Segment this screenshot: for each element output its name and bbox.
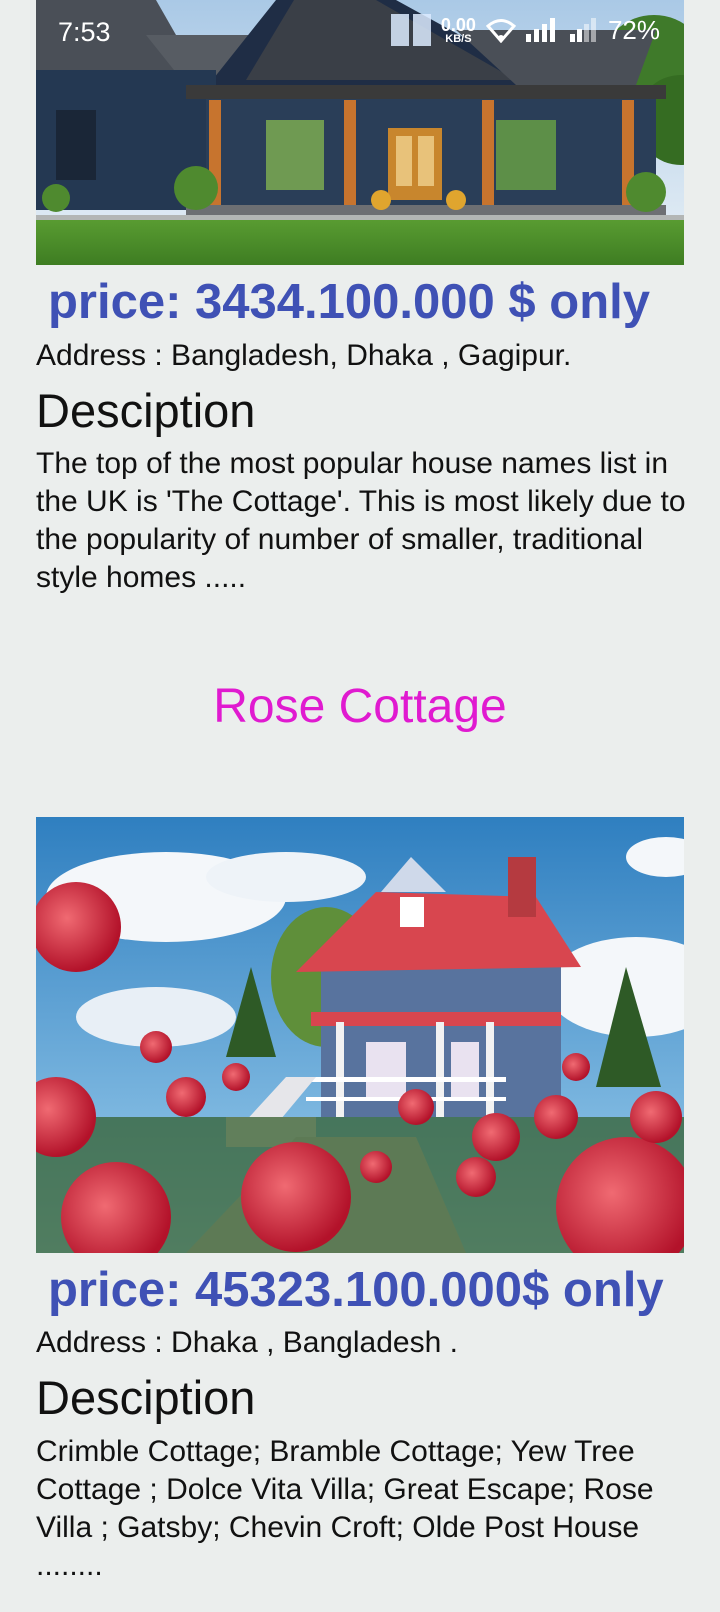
status-icons: 0.00 KB/S 72% [390,14,660,46]
description-text: The top of the most popular house names … [36,447,686,594]
description-text: Crimble Cottage; Bramble Cottage; Yew Tr… [36,1435,654,1582]
status-time: 7:53 [58,17,111,47]
network-speed-value: 0.00 [440,14,476,35]
description-heading: Desciption [36,1371,256,1424]
status-bar: 7:53 0.00 KB/S 72% [0,0,720,66]
network-speed-unit: KB/S [445,32,472,45]
listing-price: price: 45323.100.000$ only [48,1263,664,1317]
listing-address: Address : Bangladesh, Dhaka , Gagipur. [36,339,572,372]
description-heading: Desciption [36,384,256,437]
listing-price: price: 3434.100.000 $ only [48,275,650,329]
wifi-icon [485,19,516,43]
signal-icon [525,18,555,42]
house-image-rose-cottage [36,817,684,1253]
listing-address: Address : Dhaka , Bangladesh . [36,1326,458,1359]
signal-icon-2 [569,18,596,42]
screen-share-icon [390,14,431,46]
listing-title: Rose Cottage [213,680,507,733]
network-speed: 0.00 KB/S [441,16,476,45]
battery-level: 72% [607,14,660,45]
